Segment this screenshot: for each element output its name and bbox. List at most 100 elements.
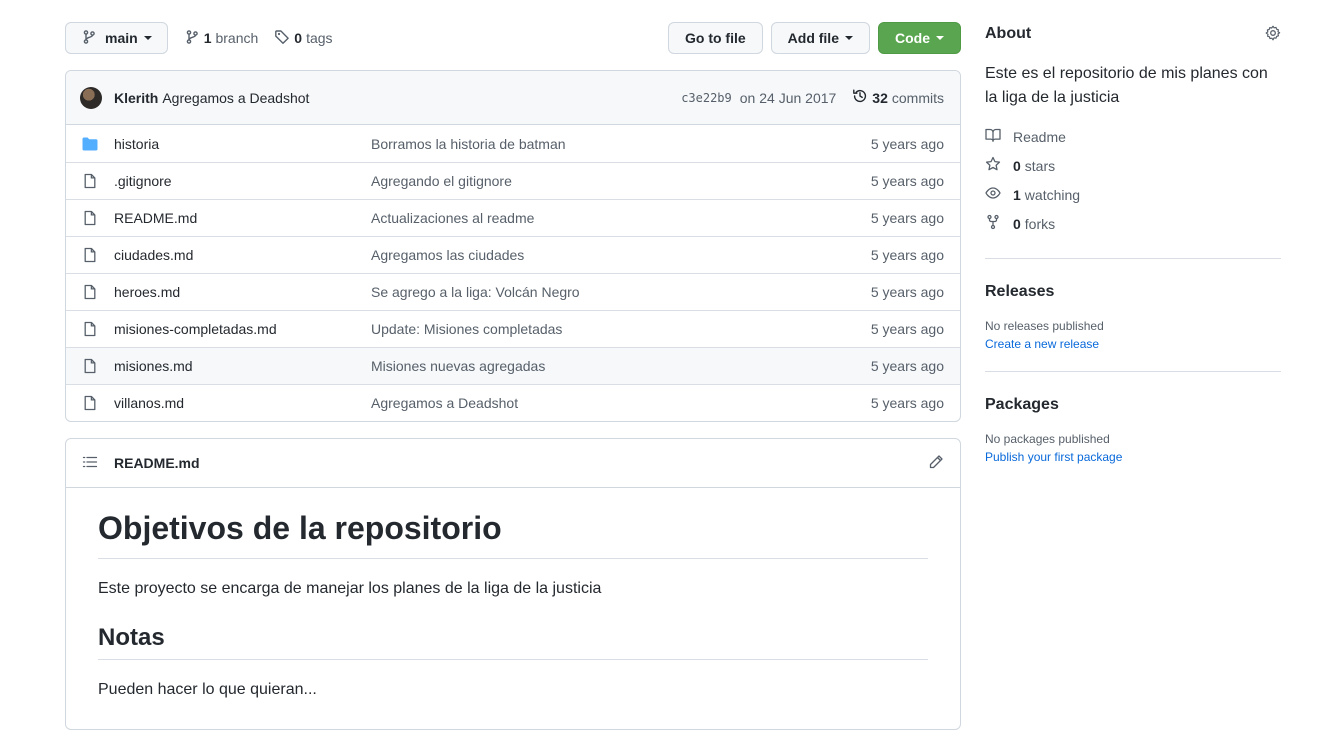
readme-paragraph: Este proyecto se encarga de manejar los … <box>98 580 602 597</box>
add-file-button[interactable]: Add file <box>770 22 870 54</box>
packages-title[interactable]: Packages <box>985 396 1281 414</box>
gear-icon[interactable] <box>1265 25 1281 44</box>
file-name[interactable]: .gitignore <box>114 173 371 189</box>
list-unordered-icon[interactable] <box>82 454 98 473</box>
file-icon <box>82 358 98 374</box>
file-commit-message[interactable]: Update: Misiones completadas <box>371 321 871 337</box>
file-age: 5 years ago <box>870 284 944 300</box>
file-age: 5 years ago <box>870 247 944 263</box>
packages-empty-text: No packages published <box>985 432 1110 446</box>
readme-heading: Objetivos de la repositorio <box>98 508 928 559</box>
tag-label: tags <box>306 30 333 46</box>
git-branch-icon <box>184 29 204 48</box>
branch-label: branch <box>215 30 259 46</box>
readme-panel: README.md Objetivos de la repositorio Es… <box>65 438 961 730</box>
file-name[interactable]: README.md <box>114 210 371 226</box>
git-branch-icon <box>81 29 105 48</box>
file-name[interactable]: heroes.md <box>114 284 371 300</box>
about-description: Este es el repositorio de mis planes con… <box>985 65 1268 106</box>
releases-empty-text: No releases published <box>985 319 1104 333</box>
file-commit-message[interactable]: Actualizaciones al readme <box>371 210 871 226</box>
stars-link[interactable]: 0 stars <box>985 151 1281 180</box>
file-row[interactable]: ciudades.md Agregamos las ciudades 5 yea… <box>66 236 960 273</box>
forks-link[interactable]: 0 forks <box>985 209 1281 238</box>
file-row[interactable]: misiones.md Misiones nuevas agregadas 5 … <box>66 347 960 384</box>
about-header: About <box>985 22 1281 46</box>
branch-select-button[interactable]: main <box>65 22 168 54</box>
readme-content: Objetivos de la repositorio Este proyect… <box>66 508 960 702</box>
watching-count: 1 <box>1013 186 1021 203</box>
chevron-down-icon <box>936 36 944 40</box>
tags-link[interactable]: 0 tags <box>274 29 333 48</box>
folder-icon <box>82 136 98 152</box>
packages-section: Packages No packages published Publish y… <box>985 396 1281 464</box>
file-list: historia Borramos la historia de batman … <box>66 125 960 421</box>
file-commit-message[interactable]: Agregando el gitignore <box>371 173 871 189</box>
repo-toolbar: main 1 branch 0 tags Go to file Add file… <box>65 22 961 54</box>
watching-link[interactable]: 1 watching <box>985 180 1281 209</box>
readme-subheading: Notas <box>98 623 928 660</box>
go-to-file-label: Go to file <box>684 30 746 46</box>
repo-main: main 1 branch 0 tags Go to file Add file… <box>65 22 961 730</box>
sidebar-divider <box>985 371 1281 372</box>
pencil-icon[interactable] <box>928 454 944 473</box>
publish-package-link[interactable]: Publish your first package <box>985 450 1281 464</box>
readme-link[interactable]: Readme <box>985 122 1281 151</box>
file-browser: Klerith Agregamos a Deadshot c3e22b9 on … <box>65 70 961 422</box>
sidebar-divider <box>985 258 1281 259</box>
file-name[interactable]: historia <box>114 136 371 152</box>
commit-message[interactable]: Agregamos a Deadshot <box>162 90 309 106</box>
file-icon <box>82 321 98 337</box>
file-age: 5 years ago <box>870 358 944 374</box>
file-commit-message[interactable]: Se agrego a la liga: Volcán Negro <box>371 284 871 300</box>
commits-history-link[interactable]: 32 commits <box>852 88 944 107</box>
go-to-file-button[interactable]: Go to file <box>667 22 763 54</box>
file-row[interactable]: historia Borramos la historia de batman … <box>66 125 960 162</box>
stars-label: stars <box>1024 157 1056 174</box>
commit-author[interactable]: Klerith <box>114 90 158 106</box>
code-button[interactable]: Code <box>878 22 961 54</box>
file-icon <box>82 247 98 263</box>
star-icon <box>985 156 1013 175</box>
file-age: 5 years ago <box>870 173 944 189</box>
code-label: Code <box>895 30 930 46</box>
file-age: 5 years ago <box>870 321 944 337</box>
file-commit-message[interactable]: Agregamos a Deadshot <box>371 395 871 411</box>
file-age: 5 years ago <box>870 210 944 226</box>
eye-icon <box>985 185 1013 204</box>
avatar[interactable] <box>80 86 102 109</box>
file-row[interactable]: misiones-completadas.md Update: Misiones… <box>66 310 960 347</box>
repo-forked-icon <box>985 214 1013 233</box>
create-release-link[interactable]: Create a new release <box>985 337 1281 351</box>
releases-title[interactable]: Releases <box>985 283 1281 301</box>
file-row[interactable]: README.md Actualizaciones al readme 5 ye… <box>66 199 960 236</box>
commit-sha[interactable]: c3e22b9 <box>681 91 732 105</box>
branches-link[interactable]: 1 branch <box>184 29 259 48</box>
file-row[interactable]: .gitignore Agregando el gitignore 5 year… <box>66 162 960 199</box>
about-stats: Readme 0 stars 1 watching 0 forks <box>985 122 1281 238</box>
chevron-down-icon <box>143 36 152 40</box>
add-file-label: Add file <box>787 30 839 46</box>
file-row[interactable]: heroes.md Se agrego a la liga: Volcán Ne… <box>66 273 960 310</box>
file-name[interactable]: ciudades.md <box>114 247 371 263</box>
book-icon <box>985 127 1013 146</box>
repo-sidebar: About Este es el repositorio de mis plan… <box>985 22 1281 464</box>
file-name[interactable]: villanos.md <box>114 395 371 411</box>
file-icon <box>82 173 98 189</box>
latest-commit-bar: Klerith Agregamos a Deadshot c3e22b9 on … <box>66 71 960 125</box>
file-commit-message[interactable]: Borramos la historia de batman <box>371 136 871 152</box>
file-row[interactable]: villanos.md Agregamos a Deadshot 5 years… <box>66 384 960 421</box>
releases-section: Releases No releases published Create a … <box>985 283 1281 351</box>
file-icon <box>82 284 98 300</box>
file-name[interactable]: misiones-completadas.md <box>114 321 371 337</box>
file-commit-message[interactable]: Agregamos las ciudades <box>371 247 871 263</box>
history-icon <box>852 88 872 107</box>
branch-name: main <box>105 30 138 46</box>
commit-date: on 24 Jun 2017 <box>739 89 837 106</box>
readme-filename[interactable]: README.md <box>114 455 928 471</box>
file-commit-message[interactable]: Misiones nuevas agregadas <box>371 358 871 374</box>
stars-count: 0 <box>1013 157 1021 174</box>
file-name[interactable]: misiones.md <box>114 358 371 374</box>
forks-count: 0 <box>1013 215 1021 232</box>
file-icon <box>82 210 98 226</box>
